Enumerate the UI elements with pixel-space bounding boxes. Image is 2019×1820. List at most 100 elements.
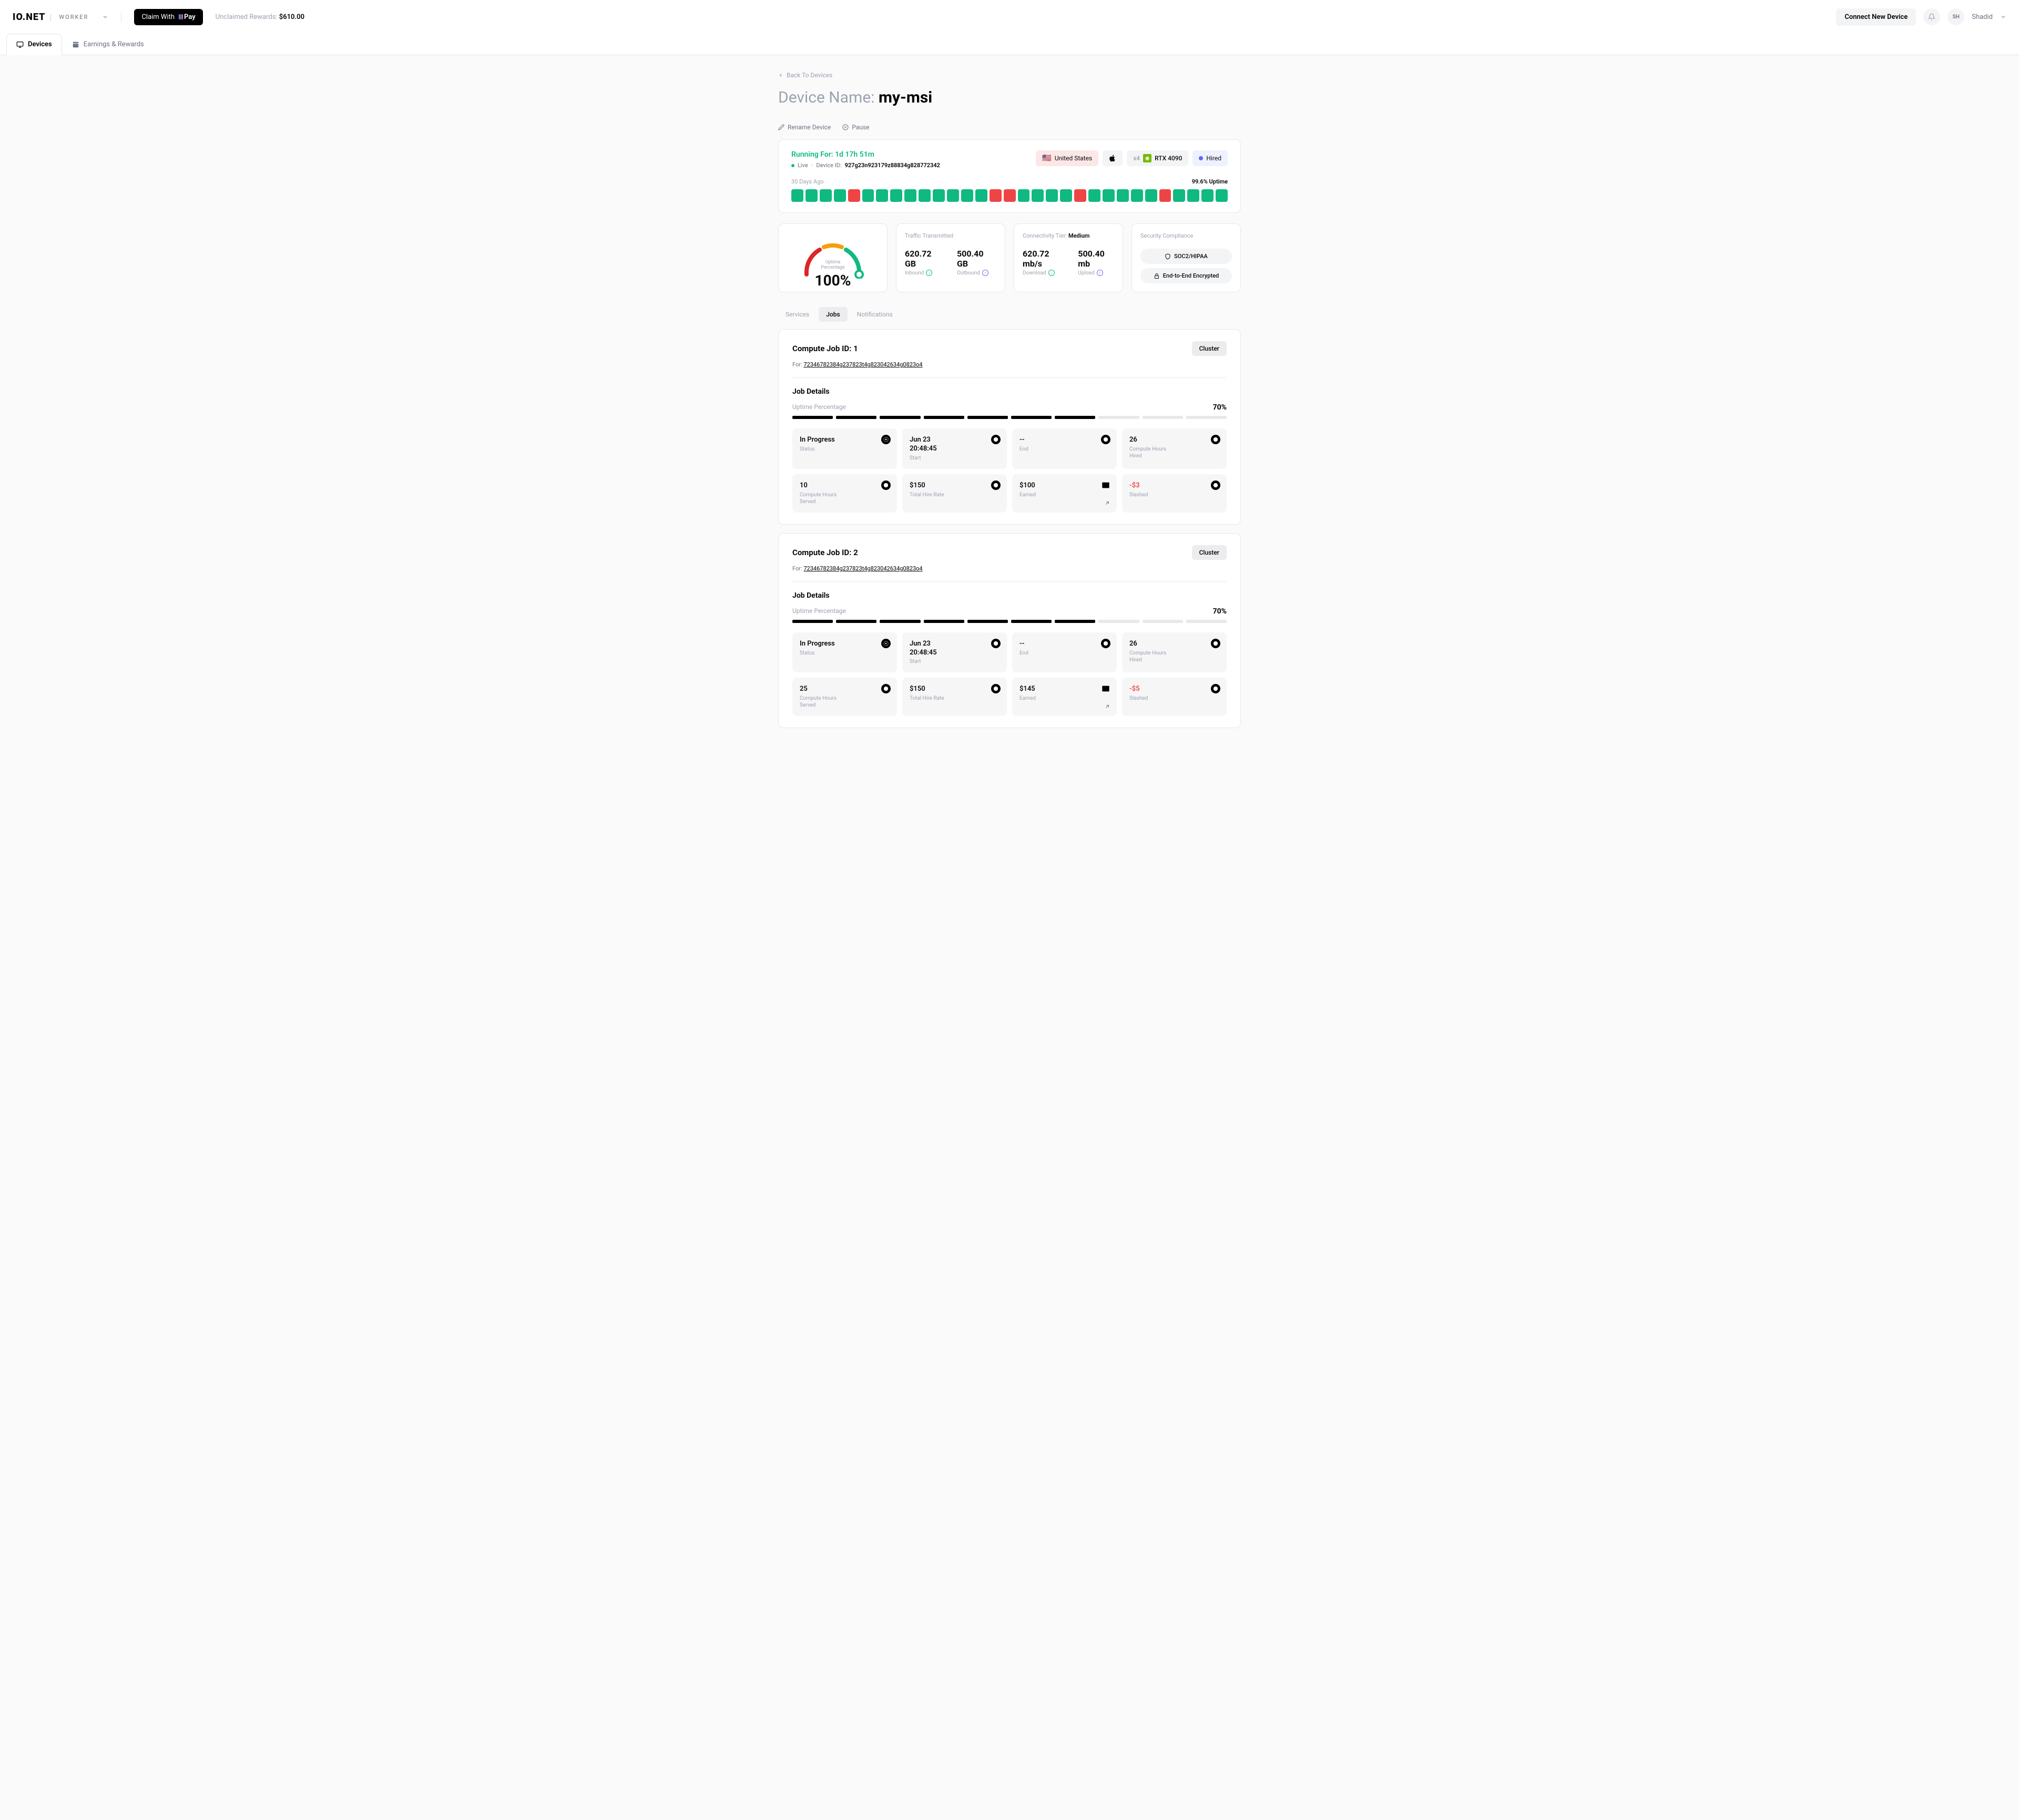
stat-value: -- [1019, 640, 1109, 649]
uptime-square [1060, 189, 1072, 202]
uptime-segment [1143, 416, 1183, 419]
cluster-button[interactable]: Cluster [1192, 341, 1227, 356]
stat-label: Start [910, 658, 1000, 665]
stat-label: Status [800, 650, 890, 657]
back-to-devices-link[interactable]: Back To Devices [778, 71, 832, 79]
tab-services[interactable]: Services [778, 307, 817, 322]
uptime-segment [1011, 620, 1052, 623]
upload-value: 500.40 mb [1078, 249, 1114, 269]
jobs-list: Compute Job ID: 1ClusterFor: 72346782384… [778, 329, 1241, 728]
external-link-icon[interactable] [1104, 703, 1110, 710]
uptime-segment [792, 620, 833, 623]
stat-cell: In ProgressStatus [792, 632, 897, 673]
uptime-square [805, 189, 818, 202]
tab-notifications[interactable]: Notifications [850, 307, 900, 322]
job-details-heading: Job Details [792, 591, 1227, 600]
job-uptime-label: Uptime Percentage [792, 403, 846, 412]
app-header: IO.NET | WORKER Claim With Pay Unclaimed… [0, 0, 2019, 34]
uptime-segments [792, 620, 1227, 623]
running-for: Running For: 1d 17h 51m [791, 150, 940, 159]
uptime-segment [967, 416, 1008, 419]
pay-brand: Pay [179, 13, 196, 21]
unclaimed-rewards: Unclaimed Rewards: $610.00 [216, 13, 304, 21]
inbound-value: 620.72 GB [905, 249, 944, 269]
uptime-square [1032, 189, 1044, 202]
uptime-square [1103, 189, 1115, 202]
uptime-segment [1098, 620, 1139, 623]
job-uptime-pct: 70% [1213, 403, 1227, 412]
connect-new-device-button[interactable]: Connect New Device [1836, 8, 1916, 26]
uptime-segments [792, 416, 1227, 419]
uptime-square [919, 189, 931, 202]
svg-text:$: $ [995, 483, 997, 487]
stat-value: $100 [1019, 482, 1109, 490]
job-card: Compute Job ID: 1ClusterFor: 72346782384… [778, 329, 1241, 525]
uptime-segment [1055, 416, 1095, 419]
hired-badge: Hired [1192, 150, 1228, 166]
avatar[interactable]: SH [1947, 8, 1964, 25]
stat-cell: $150Total Hire Rate$ [902, 474, 1007, 513]
location-badge: 🇺🇸 United States [1036, 150, 1098, 166]
job-uptime-pct: 70% [1213, 607, 1227, 616]
stat-label: Compute Hours Served [800, 492, 890, 505]
tab-jobs[interactable]: Jobs [819, 307, 847, 322]
chevron-left-icon [778, 73, 783, 78]
chevron-down-icon[interactable] [102, 14, 108, 20]
uptime-square [862, 189, 874, 202]
stat-cell: --End [1012, 632, 1117, 673]
user-chevron-down-icon[interactable] [2000, 14, 2006, 20]
rename-device-action[interactable]: Rename Device [778, 124, 831, 131]
device-name: my-msi [879, 88, 932, 107]
job-for-link[interactable]: 72346782384g237823t4g823042634g0823o4 [803, 565, 922, 572]
uptime-square [1216, 189, 1228, 202]
claim-label: Claim With [141, 13, 175, 21]
gauge-value: 100% [815, 272, 851, 289]
uptime-square [990, 189, 1002, 202]
uptime-square [961, 189, 973, 202]
uptime-segment [924, 620, 964, 623]
external-link-icon[interactable] [1104, 500, 1110, 506]
uptime-segment [924, 416, 964, 419]
uptime-segment [1098, 416, 1139, 419]
uptime-square [1074, 189, 1086, 202]
logo-area[interactable]: IO.NET | WORKER [13, 12, 121, 23]
apple-icon [1109, 155, 1116, 162]
tab-earnings-rewards[interactable]: Earnings & Rewards [62, 34, 154, 55]
compliance-encrypted: End-to-End Encrypted [1140, 268, 1232, 283]
stat-cell: $100 Earned [1012, 474, 1117, 513]
nvidia-icon: ◉ [1143, 154, 1151, 162]
uptime-square [1173, 189, 1185, 202]
stat-icon [1211, 480, 1220, 490]
uptime-segment [1186, 416, 1227, 419]
tab-devices[interactable]: Devices [6, 34, 62, 55]
traffic-card: Traffic Transmitted 620.72 GB Inbound↓ 5… [896, 223, 1005, 292]
stat-label: End [1019, 650, 1109, 657]
job-uptime-label: Uptime Percentage [792, 607, 846, 616]
notifications-icon[interactable] [1923, 8, 1940, 25]
page-title: Device Name: my-msi [778, 88, 1241, 107]
uptime-square [947, 189, 959, 202]
stat-value: Jun 23 20:48:45 [910, 640, 1000, 658]
os-badge [1103, 150, 1123, 166]
stat-label: Earned [1019, 492, 1109, 498]
stat-value: $150 [910, 685, 1000, 694]
job-for-link[interactable]: 72346782384g237823t4g823042634g0823o4 [803, 361, 922, 368]
pause-device-action[interactable]: Pause [842, 124, 869, 131]
uptime-segment [1143, 620, 1183, 623]
stat-icon [1101, 480, 1110, 490]
stat-cell: -$5Slashed [1122, 678, 1227, 716]
pause-icon [842, 124, 849, 130]
logo-divider: | [50, 12, 52, 22]
stat-value: In Progress [800, 436, 890, 445]
cluster-button[interactable]: Cluster [1192, 545, 1227, 560]
uptime-square [1046, 189, 1058, 202]
stat-cell: -$3Slashed [1122, 474, 1227, 513]
stat-value: 26 [1129, 640, 1219, 649]
stat-icon [991, 435, 1001, 444]
stat-value: 26 [1129, 436, 1219, 445]
stat-value: $145 [1019, 685, 1109, 694]
stat-label: Total Hire Rate [910, 492, 1000, 498]
uptime-square [876, 189, 888, 202]
claim-with-pay-button[interactable]: Claim With Pay [134, 9, 202, 25]
stat-icon [1211, 639, 1220, 648]
